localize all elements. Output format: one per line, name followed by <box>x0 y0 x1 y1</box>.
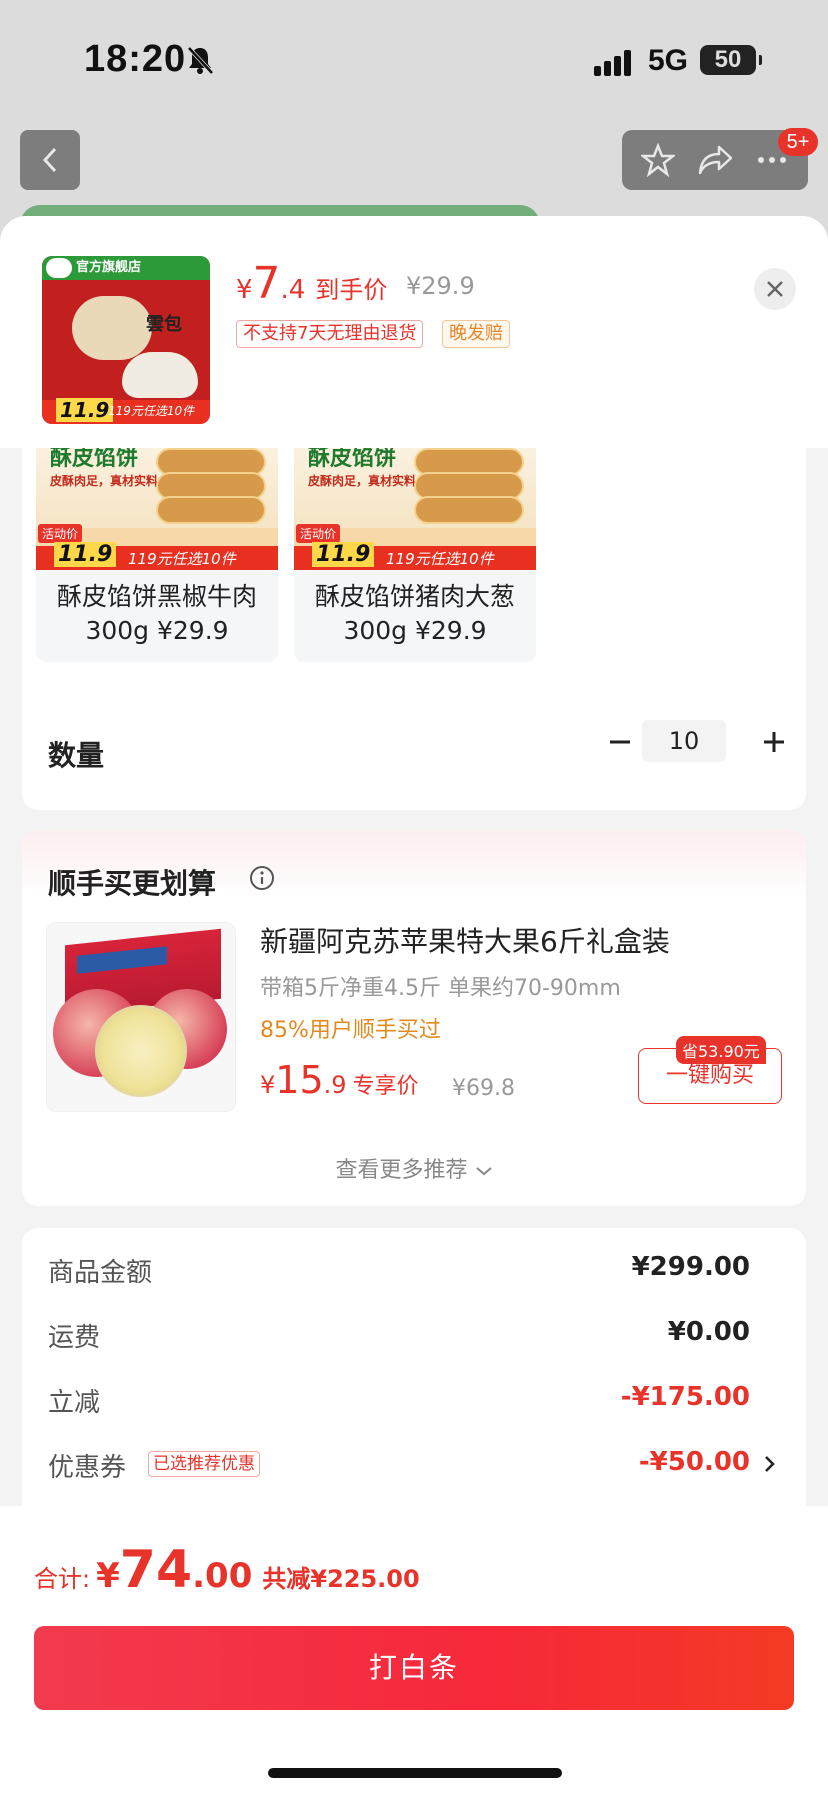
variant-offer: 119元任选10件 <box>386 550 494 568</box>
breakdown-row: 立减 -¥175.00 <box>48 1382 780 1422</box>
message-badge: 5+ <box>778 128 818 156</box>
close-button[interactable] <box>754 268 796 310</box>
variant-price-badge: 11.9 <box>312 542 375 567</box>
breakdown-value: ¥0.00 <box>667 1317 750 1347</box>
more-recommendations-link[interactable]: 查看更多推荐 <box>22 1152 806 1184</box>
coupon-tag: 已选推荐优惠 <box>148 1451 260 1477</box>
product-thumbnail: 官方旗舰店 雲包 11.9 119元任选10件 <box>42 256 210 424</box>
variant-offer: 119元任选10件 <box>128 550 236 568</box>
signal-icon <box>594 50 631 76</box>
no-return-tag: 不支持7天无理由退货 <box>236 320 424 348</box>
price-breakdown: 商品金额 ¥299.00 运费 ¥0.00 立减 -¥175.00 优惠券 已选… <box>22 1228 806 1528</box>
total-amount: 合计: ¥74.00 共减¥225.00 <box>34 1540 420 1600</box>
upsell-save-badge: 省53.90元 <box>676 1036 766 1064</box>
variant-option[interactable]: 酥皮馅饼 皮酥肉足，真材实料 活动价 11.9 119元任选10件 酥皮馅饼猪肉… <box>294 428 536 662</box>
star-icon[interactable] <box>641 143 675 177</box>
variant-name-line2: 300g ¥29.9 <box>343 616 487 645</box>
final-price: ¥7.4 到手价 <box>236 258 388 309</box>
variant-name-line1: 酥皮馅饼黑椒牛肉 <box>56 582 257 611</box>
upsell-original-price: ¥69.8 <box>452 1076 515 1101</box>
variant-image: 酥皮馅饼 皮酥肉足，真材实料 活动价 11.9 119元任选10件 <box>36 428 278 570</box>
breakdown-value: -¥50.00 <box>638 1447 750 1477</box>
quantity-increase-button[interactable] <box>752 720 796 764</box>
more-recommendations-label: 查看更多推荐 <box>335 1158 468 1183</box>
quantity-label: 数量 <box>48 739 105 772</box>
variant-image: 酥皮馅饼 皮酥肉足，真材实料 活动价 11.9 119元任选10件 <box>294 428 536 570</box>
sheet-header: 官方旗舰店 雲包 11.9 119元任选10件 ¥7.4 到手价 ¥29.9 不支… <box>0 216 828 448</box>
upsell-product-spec: 带箱5斤净重4.5斤 单果约70-90mm <box>260 976 621 1001</box>
thumb-offer: 119元任选10件 <box>108 404 195 418</box>
chevron-down-icon <box>475 1167 492 1176</box>
variant-price-badge: 11.9 <box>54 542 117 567</box>
variant-name: 酥皮馅饼黑椒牛肉 300g ¥29.9 <box>36 580 278 648</box>
chevron-left-icon <box>42 147 57 173</box>
quantity-input[interactable]: 10 <box>642 720 726 762</box>
back-button[interactable] <box>20 130 80 190</box>
thumb-shop-label: 官方旗舰店 <box>42 256 210 280</box>
plus-icon <box>764 732 784 752</box>
upsell-price: ¥15.9 专享价 <box>260 1058 419 1102</box>
late-delivery-tag: 晚发赔 <box>442 320 510 348</box>
status-bar: 18:20 5G 50 <box>0 0 828 120</box>
background-page: 18:20 5G 50 5+ <box>0 0 828 245</box>
coupon-row[interactable]: 优惠券 已选推荐优惠 -¥50.00 <box>48 1447 780 1487</box>
variant-image-subtitle: 皮酥肉足，真材实料 <box>308 474 417 488</box>
home-indicator[interactable] <box>268 1768 562 1778</box>
upsell-product-name[interactable]: 新疆阿克苏苹果特大果6斤礼盒装 <box>260 920 670 960</box>
info-icon[interactable] <box>248 864 276 892</box>
variant-name-line1: 酥皮馅饼猪肉大葱 <box>314 582 515 611</box>
breakdown-row: 运费 ¥0.00 <box>48 1317 780 1357</box>
variant-image-subtitle: 皮酥肉足，真材实料 <box>50 474 159 488</box>
variant-activity-badge: 活动价 <box>38 524 83 543</box>
breakdown-label: 运费 <box>48 1323 101 1353</box>
breakdown-label: 立减 <box>48 1388 101 1418</box>
checkout-footer: 合计: ¥74.00 共减¥225.00 打白条 <box>0 1506 828 1796</box>
variant-activity-badge: 活动价 <box>296 524 341 543</box>
thumb-price: 11.9 <box>56 398 114 422</box>
purchase-sheet: 酥皮馅饼 皮酥肉足，真材实料 活动价 11.9 119元任选10件 酥皮馅饼黑椒… <box>0 216 828 1796</box>
pay-button[interactable]: 打白条 <box>34 1626 794 1710</box>
close-icon <box>767 281 783 297</box>
quantity-decrease-button[interactable] <box>598 720 642 764</box>
variant-name: 酥皮馅饼猪肉大葱 300g ¥29.9 <box>294 580 536 648</box>
original-price: ¥29.9 <box>406 272 475 300</box>
status-time: 18:20 <box>84 38 187 80</box>
breakdown-label: 优惠券 <box>48 1453 127 1483</box>
breakdown-value: ¥299.00 <box>631 1252 750 1282</box>
upsell-buyers-note: 85%用户顺手买过 <box>260 1018 441 1043</box>
breakdown-row: 商品金额 ¥299.00 <box>48 1252 780 1292</box>
network-type: 5G <box>648 44 689 77</box>
upsell-card: 顺手买更划算 新疆阿克苏苹果特大果6斤礼盒装 带箱5斤净重4.5斤 单果约70-… <box>22 830 806 1206</box>
upsell-product-image[interactable] <box>46 922 236 1112</box>
battery-icon: 50 <box>700 45 762 75</box>
variant-name-line2: 300g ¥29.9 <box>85 616 229 645</box>
share-icon[interactable] <box>697 143 733 177</box>
breakdown-label: 商品金额 <box>48 1258 153 1288</box>
variant-option[interactable]: 酥皮馅饼 皮酥肉足，真材实料 活动价 11.9 119元任选10件 酥皮馅饼黑椒… <box>36 428 278 662</box>
chevron-right-icon <box>765 1456 775 1472</box>
breakdown-value: -¥175.00 <box>620 1382 750 1412</box>
thumb-title: 雲包 <box>146 314 182 335</box>
minus-icon <box>610 740 630 744</box>
upsell-title: 顺手买更划算 <box>48 867 217 900</box>
bell-muted-icon <box>187 46 214 75</box>
